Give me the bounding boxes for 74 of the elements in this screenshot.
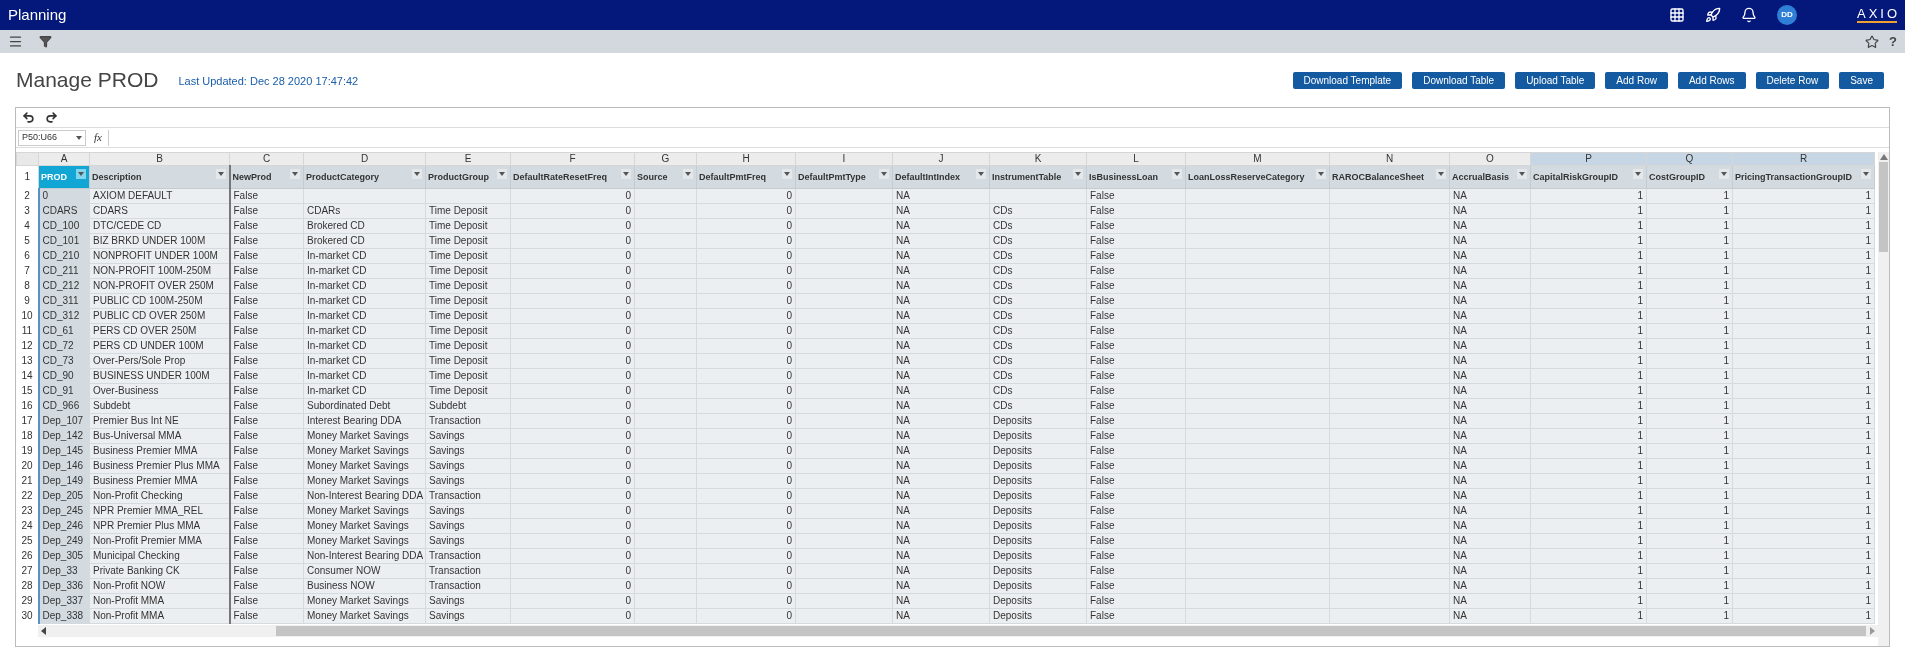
column-header[interactable]: LoanLossReserveCategory xyxy=(1185,165,1330,189)
filter-dropdown-icon[interactable] xyxy=(1517,169,1527,179)
column-letter[interactable]: H xyxy=(696,152,796,166)
fx-label: fx xyxy=(94,130,103,146)
filter-dropdown-icon[interactable] xyxy=(1719,169,1729,179)
star-icon[interactable] xyxy=(1865,34,1880,49)
column-letter[interactable]: B xyxy=(89,152,230,166)
filter-dropdown-icon[interactable] xyxy=(497,169,507,179)
app-title: Planning xyxy=(8,4,67,25)
column-letter[interactable]: D xyxy=(303,152,426,166)
filter-dropdown-icon[interactable] xyxy=(1861,169,1871,179)
filter-dropdown-icon[interactable] xyxy=(1633,169,1643,179)
column-letter[interactable]: P xyxy=(1530,152,1647,166)
column-header[interactable]: CapitalRiskGroupID xyxy=(1530,165,1647,189)
column-header[interactable]: DefaultRateResetFreq xyxy=(510,165,635,189)
action-button[interactable]: Save xyxy=(1839,71,1884,89)
filter-dropdown-icon[interactable] xyxy=(621,169,631,179)
column-header[interactable]: PricingTransactionGroupID xyxy=(1732,165,1875,189)
vertical-scrollbar[interactable] xyxy=(1878,152,1889,646)
filter-dropdown-icon[interactable] xyxy=(1436,169,1446,179)
column-letter[interactable]: J xyxy=(892,152,990,166)
scroll-thumb[interactable] xyxy=(1879,162,1888,252)
redo-icon[interactable] xyxy=(45,111,58,124)
scroll-thumb[interactable] xyxy=(276,626,1866,636)
column-letter[interactable]: F xyxy=(510,152,635,166)
column-letter[interactable]: A xyxy=(38,152,90,166)
menu-icon[interactable] xyxy=(8,34,23,49)
column-header[interactable]: ProductCategory xyxy=(303,165,426,189)
help-icon[interactable]: ? xyxy=(1889,31,1897,52)
filter-dropdown-icon[interactable] xyxy=(782,169,792,179)
horizontal-scrollbar[interactable] xyxy=(38,625,1878,637)
action-button[interactable]: Add Rows xyxy=(1677,71,1746,89)
filter-dropdown-icon[interactable] xyxy=(412,169,422,179)
filter-dropdown-icon[interactable] xyxy=(290,169,300,179)
name-box[interactable]: P50:U66 xyxy=(18,129,86,146)
apps-grid-icon[interactable] xyxy=(1669,7,1685,23)
row-number[interactable]: 1 xyxy=(16,165,39,189)
column-letter[interactable]: Q xyxy=(1646,152,1733,166)
page-title: Manage PROD xyxy=(16,67,159,94)
filter-dropdown-icon[interactable] xyxy=(76,169,86,179)
filter-icon[interactable] xyxy=(39,35,52,48)
column-header[interactable]: Description xyxy=(89,165,230,189)
action-button[interactable]: Download Template xyxy=(1292,71,1403,89)
filter-dropdown-icon[interactable] xyxy=(1172,169,1182,179)
filter-dropdown-icon[interactable] xyxy=(1316,169,1326,179)
rocket-icon[interactable] xyxy=(1705,7,1721,23)
action-button[interactable]: Download Table xyxy=(1412,71,1506,89)
bell-icon[interactable] xyxy=(1741,7,1757,23)
filter-dropdown-icon[interactable] xyxy=(1073,169,1083,179)
column-letter[interactable]: O xyxy=(1449,152,1531,166)
last-updated-text: Last Updated: Dec 28 2020 17:47:42 xyxy=(178,73,359,89)
logo: AXIO xyxy=(1857,7,1897,23)
scroll-left-icon[interactable] xyxy=(40,627,48,635)
filter-dropdown-icon[interactable] xyxy=(683,169,693,179)
column-letter[interactable]: R xyxy=(1732,152,1875,166)
action-button[interactable]: Delete Row xyxy=(1755,71,1830,89)
column-letter[interactable]: K xyxy=(989,152,1087,166)
column-letter[interactable]: L xyxy=(1086,152,1186,166)
column-letter[interactable]: E xyxy=(425,152,511,166)
user-avatar[interactable]: DD xyxy=(1777,5,1797,25)
column-letter[interactable]: I xyxy=(795,152,893,166)
undo-icon[interactable] xyxy=(22,111,35,124)
column-header[interactable]: RAROCBalanceSheet xyxy=(1329,165,1450,189)
column-letter[interactable]: C xyxy=(229,152,304,166)
column-letter[interactable]: M xyxy=(1185,152,1330,166)
scroll-up-icon[interactable] xyxy=(1879,154,1888,160)
column-letter[interactable]: N xyxy=(1329,152,1450,166)
corner-cell[interactable] xyxy=(16,152,39,166)
action-button[interactable]: Upload Table xyxy=(1515,71,1596,89)
action-button[interactable]: Add Row xyxy=(1605,71,1668,89)
filter-dropdown-icon[interactable] xyxy=(879,169,889,179)
filter-dropdown-icon[interactable] xyxy=(976,169,986,179)
column-letter[interactable]: G xyxy=(634,152,697,166)
filter-dropdown-icon[interactable] xyxy=(215,169,226,179)
